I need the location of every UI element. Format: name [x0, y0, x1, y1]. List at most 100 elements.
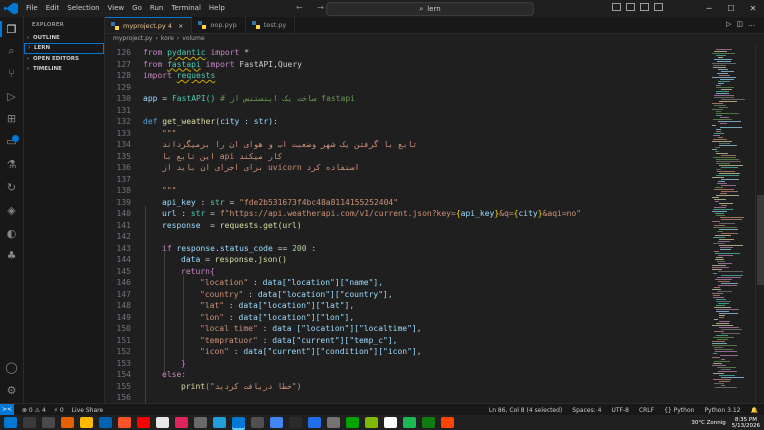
app-icon[interactable] — [441, 417, 454, 428]
menu-go[interactable]: Go — [128, 0, 146, 17]
app-icon[interactable] — [384, 417, 397, 428]
breadcrumb: myproject.py › kore › volume — [105, 33, 753, 44]
vscode-taskbar-icon[interactable] — [232, 417, 245, 428]
run-icon[interactable]: ▷ — [726, 20, 736, 28]
app-icon[interactable] — [156, 417, 169, 428]
code-editor[interactable]: 126 from pydantic import * 127 from fastap… — [105, 45, 710, 403]
explorer-icon[interactable]: ❐ — [5, 23, 18, 36]
minimap[interactable] — [710, 45, 754, 403]
tab-test[interactable]: test.py — [246, 17, 296, 33]
breadcrumb-file[interactable]: myproject.py — [113, 35, 153, 42]
vertical-scrollbar[interactable] — [755, 45, 764, 403]
section-outline[interactable]: › OUTLINE — [24, 33, 104, 43]
firefox-icon[interactable] — [61, 417, 74, 428]
maximize-icon[interactable]: ☐ — [720, 4, 742, 13]
manage-gear-icon[interactable]: ⚙ — [5, 384, 18, 397]
language-mode[interactable]: {} Python — [664, 407, 694, 414]
task-view-icon[interactable] — [42, 417, 55, 428]
app-icon[interactable] — [365, 417, 378, 428]
breadcrumb-symbol-kore[interactable]: kore — [161, 35, 174, 42]
source-control-icon[interactable]: ⑂ — [5, 67, 18, 80]
python-interpreter[interactable]: Python 3.12 — [704, 407, 740, 414]
run-debug-icon[interactable]: ▷ — [5, 90, 18, 103]
minimap-line — [714, 199, 726, 200]
line-endings[interactable]: CRLF — [639, 407, 654, 414]
code-line: 152 "icon" : data["current"]["condition"]… — [116, 347, 422, 356]
code-line: 142 — [116, 232, 131, 241]
customize-layout-icon[interactable] — [654, 3, 663, 11]
toggle-sidebar-icon[interactable] — [612, 3, 621, 11]
close-tab-icon[interactable]: × — [178, 22, 183, 30]
menu-run[interactable]: Run — [146, 0, 167, 17]
account-icon[interactable]: ◯ — [5, 361, 18, 374]
cursor-position[interactable]: Ln 86, Col 8 (4 selected) — [489, 407, 562, 414]
youtube-icon[interactable] — [137, 417, 150, 428]
section-lern[interactable]: › LERN — [24, 43, 104, 54]
toggle-secondary-sidebar-icon[interactable] — [640, 3, 649, 11]
minimize-icon[interactable]: ─ — [698, 4, 720, 13]
app-icon[interactable] — [175, 417, 188, 428]
menu-help[interactable]: Help — [205, 0, 229, 17]
nav-arrows[interactable]: ← → — [296, 3, 330, 12]
containers-icon[interactable]: ◈ — [5, 204, 18, 217]
app-icon[interactable] — [308, 417, 321, 428]
problems-indicator[interactable]: ⊗ 0 ⚠ 4 — [22, 407, 46, 414]
app-icon[interactable] — [289, 417, 302, 428]
live-share-button[interactable]: Live Share — [72, 407, 103, 414]
weather-widget[interactable]: 30°C Zonnig — [691, 420, 725, 426]
command-center-search[interactable]: ⌕ lern — [326, 2, 534, 16]
menu-selection[interactable]: Selection — [63, 0, 103, 17]
live-share-icon[interactable]: ↻ — [5, 181, 18, 194]
encoding[interactable]: UTF-8 — [611, 407, 629, 414]
app-icon[interactable] — [99, 417, 112, 428]
clock[interactable]: 8:35 PM 5/13/2026 — [732, 417, 760, 429]
notifications-bell-icon[interactable]: 🔔 — [751, 407, 758, 414]
chrome-icon[interactable] — [270, 417, 283, 428]
app-icon[interactable] — [194, 417, 207, 428]
app-icon[interactable] — [251, 417, 264, 428]
search-icon[interactable]: ⌕ — [5, 44, 18, 57]
code-line: 154 else: — [116, 370, 187, 379]
tab-oop[interactable]: oop.pyp — [192, 17, 246, 33]
breadcrumb-symbol-volume[interactable]: volume — [182, 35, 204, 42]
app-icon[interactable] — [422, 417, 435, 428]
ports-indicator[interactable]: ⚡ 0 — [54, 407, 64, 414]
more-actions-icon[interactable]: … — [748, 20, 760, 28]
minimap-line — [716, 159, 739, 160]
menu-terminal[interactable]: Terminal — [167, 0, 205, 17]
menu-edit[interactable]: Edit — [42, 0, 64, 17]
minimap-line — [713, 65, 726, 66]
search-icon[interactable] — [23, 417, 36, 428]
menu-file[interactable]: File — [22, 0, 42, 17]
database-icon[interactable]: ◐ — [5, 227, 18, 240]
menu-view[interactable]: View — [104, 0, 129, 17]
section-open-editors[interactable]: › OPEN EDITORS — [24, 54, 104, 64]
minimap-line — [716, 215, 725, 216]
testing-icon[interactable]: ⚗ — [5, 158, 18, 171]
code-line: 148 "lat" : data["location"]["lat"], — [116, 301, 355, 310]
search-text: lern — [427, 5, 441, 13]
tab-myproject[interactable]: myproject.py 4 × — [105, 17, 193, 33]
minimap-line — [713, 243, 725, 244]
app-icon[interactable] — [346, 417, 359, 428]
file-explorer-icon[interactable] — [80, 417, 93, 428]
search-icon: ⌕ — [419, 4, 424, 13]
indentation[interactable]: Spaces: 4 — [572, 407, 601, 414]
app-icon[interactable] — [327, 417, 340, 428]
split-editor-icon[interactable]: ◫ — [736, 20, 748, 28]
extensions-icon[interactable]: ⊞ — [5, 112, 18, 125]
scrollbar-thumb[interactable] — [757, 195, 764, 285]
minimap-line — [714, 331, 724, 332]
toggle-panel-icon[interactable] — [626, 3, 635, 11]
close-icon[interactable]: ✕ — [742, 4, 764, 13]
minimap-line — [719, 239, 734, 240]
python-icon[interactable]: ♣ — [5, 249, 18, 262]
minimap-line — [718, 241, 730, 242]
telegram-icon[interactable] — [213, 417, 226, 428]
spotify-icon[interactable] — [403, 417, 416, 428]
minimap-line — [720, 249, 731, 250]
minimap-line — [719, 101, 737, 102]
start-windows-icon[interactable] — [4, 417, 17, 428]
brave-icon[interactable] — [118, 417, 131, 428]
section-timeline[interactable]: › TIMELINE — [24, 64, 104, 74]
